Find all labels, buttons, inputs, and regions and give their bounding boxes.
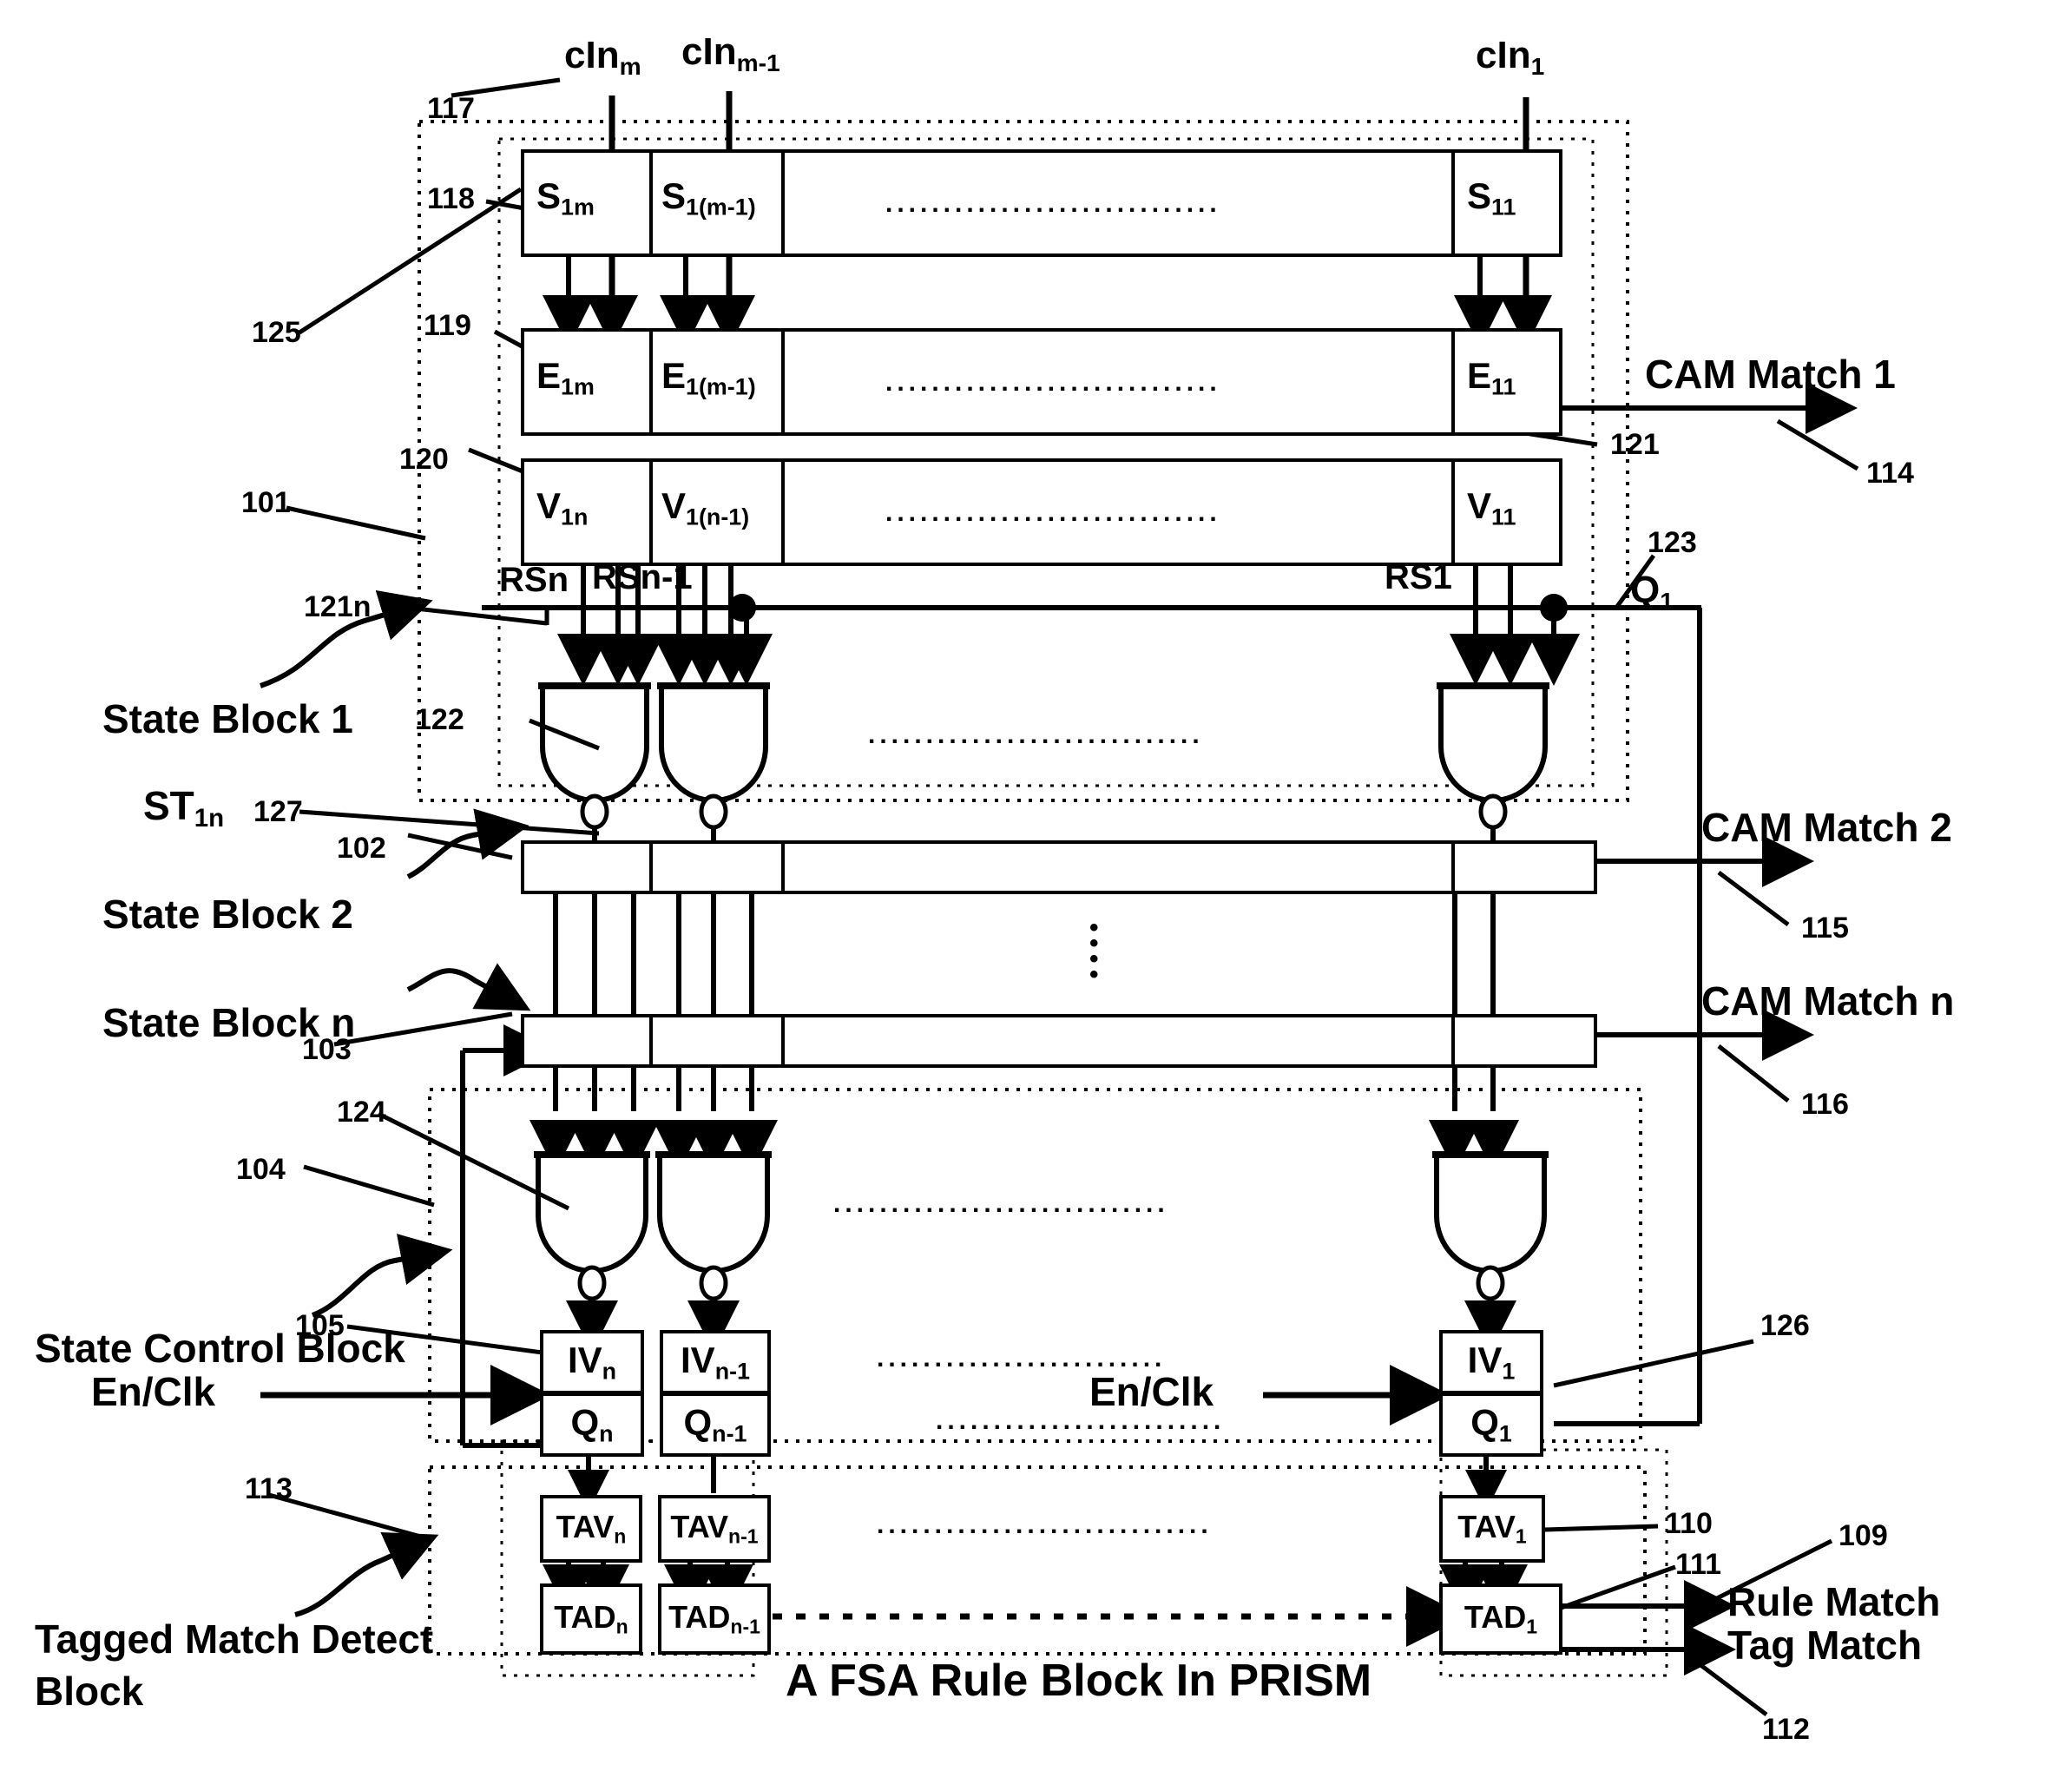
ref-110: 110 — [1665, 1507, 1713, 1540]
state-block-2-label: State Block 2 — [102, 892, 353, 937]
v-row-divider-2 — [781, 458, 785, 566]
ref-117: 117 — [427, 92, 475, 125]
state-control-block-label: State Control Block — [35, 1326, 405, 1371]
s-row-divider-1 — [649, 149, 653, 257]
e-cell-1m: E1m — [536, 355, 595, 400]
v-row-divider-1 — [649, 458, 653, 566]
state-block-n-row — [521, 1014, 1597, 1068]
ref-103: 103 — [302, 1033, 352, 1066]
s-row-divider-2 — [781, 149, 785, 257]
sb2-divider-2 — [781, 840, 785, 894]
figure-caption: A FSA Rule Block In PRISM — [786, 1656, 1372, 1706]
e-row-divider-1 — [649, 328, 653, 436]
ref-121: 121 — [1610, 428, 1660, 461]
ref-105: 105 — [295, 1309, 345, 1342]
state-block-2-row — [521, 840, 1597, 894]
cin-1-label: cIn1 — [1476, 34, 1545, 80]
ref-119: 119 — [424, 309, 471, 342]
s-row-ellipsis: ............................. — [885, 189, 1221, 218]
ref-111: 111 — [1675, 1548, 1721, 1581]
rule-match-label: Rule Match — [1727, 1579, 1941, 1624]
tav-box-1: TAV1 — [1439, 1495, 1545, 1563]
iv-box-n: IVn — [540, 1330, 644, 1394]
sbn-divider-2 — [781, 1014, 785, 1068]
ref-101: 101 — [241, 486, 291, 519]
iv-box-n-1: IVn-1 — [660, 1330, 771, 1394]
q-box-n-1: Qn-1 — [660, 1392, 771, 1457]
tad-box-n: TADn — [540, 1583, 642, 1655]
v-row-ellipsis: ............................. — [885, 498, 1221, 527]
v-cell-11: V11 — [1467, 485, 1516, 530]
q1-feedback-label: Q1 — [1630, 569, 1674, 615]
iv-box-1: IV1 — [1439, 1330, 1543, 1394]
ref-112: 112 — [1762, 1713, 1810, 1746]
cin-m-label: cInm — [564, 34, 641, 80]
tav-box-n-1: TAVn-1 — [658, 1495, 771, 1563]
tag-match-label: Tag Match — [1727, 1623, 1923, 1668]
tav-box-n: TAVn — [540, 1495, 642, 1563]
e-row-divider-3 — [1451, 328, 1455, 436]
ref-124: 124 — [337, 1096, 386, 1129]
state-blocks-vertical-ellipsis: • • • • — [1089, 913, 1099, 989]
rsn-label: RSn — [499, 561, 569, 599]
ref-127: 127 — [253, 795, 303, 828]
q-box-n: Qn — [540, 1392, 644, 1457]
e-cell-11: E11 — [1467, 355, 1516, 400]
s-cell-1m-1: S1(m-1) — [661, 175, 756, 221]
rsn-1-label: RSn-1 — [592, 558, 693, 596]
ref-122: 122 — [415, 703, 464, 736]
enclk-left-label: En/Clk — [91, 1369, 216, 1414]
ref-121n: 121n — [304, 590, 372, 623]
sbn-divider-3 — [1451, 1014, 1455, 1068]
ref-115: 115 — [1801, 912, 1849, 945]
ref-109: 109 — [1838, 1519, 1888, 1552]
tad-box-1: TAD1 — [1439, 1583, 1562, 1655]
cam-match-1-label: CAM Match 1 — [1645, 352, 1896, 397]
v-row-divider-3 — [1451, 458, 1455, 566]
tagged-match-detect-block-label-line1: Tagged Match Detect — [35, 1616, 434, 1662]
v-cell-1n: V1n — [536, 485, 589, 530]
state-block-1-label: State Block 1 — [102, 696, 353, 741]
s-row-divider-3 — [1451, 149, 1455, 257]
enclk-right-label: En/Clk — [1089, 1369, 1214, 1414]
e-row-ellipsis: ............................. — [885, 368, 1221, 397]
cin-m-1-label: cInm-1 — [681, 30, 780, 76]
s-cell-11: S11 — [1467, 175, 1516, 221]
tav-row-ellipsis: ............................. — [877, 1511, 1213, 1539]
ref-126: 126 — [1760, 1309, 1810, 1342]
ref-125: 125 — [252, 316, 301, 349]
tagged-match-detect-block-label-line2: Block — [35, 1669, 144, 1714]
ref-123: 123 — [1648, 526, 1697, 559]
ref-113: 113 — [245, 1472, 293, 1505]
ref-118: 118 — [427, 182, 475, 215]
sb2-divider-3 — [1451, 840, 1455, 894]
rs1-label: RS1 — [1385, 558, 1452, 596]
e-cell-1m-1: E1(m-1) — [661, 355, 756, 400]
st1n-label: ST1n — [143, 783, 225, 833]
cam-match-2-label: CAM Match 2 — [1701, 805, 1952, 850]
e-row-divider-2 — [781, 328, 785, 436]
gate-row-1-ellipsis: ............................. — [868, 721, 1204, 749]
s-cell-1m: S1m — [536, 175, 595, 221]
q-box-1: Q1 — [1439, 1392, 1543, 1457]
ref-116: 116 — [1801, 1088, 1849, 1121]
cam-match-n-label: CAM Match n — [1701, 978, 1955, 1024]
tad-box-n-1: TADn-1 — [658, 1583, 771, 1655]
gate-row-2-ellipsis: ............................. — [833, 1189, 1169, 1218]
diagram-canvas: S1m S1(m-1) S11 ........................… — [0, 0, 2072, 1771]
ref-102: 102 — [337, 832, 386, 865]
ref-120: 120 — [399, 443, 449, 476]
ref-114: 114 — [1866, 457, 1914, 490]
sbn-divider-1 — [649, 1014, 653, 1068]
ref-104: 104 — [236, 1153, 286, 1186]
v-cell-1n-1: V1(n-1) — [661, 485, 750, 530]
sb2-divider-1 — [649, 840, 653, 894]
